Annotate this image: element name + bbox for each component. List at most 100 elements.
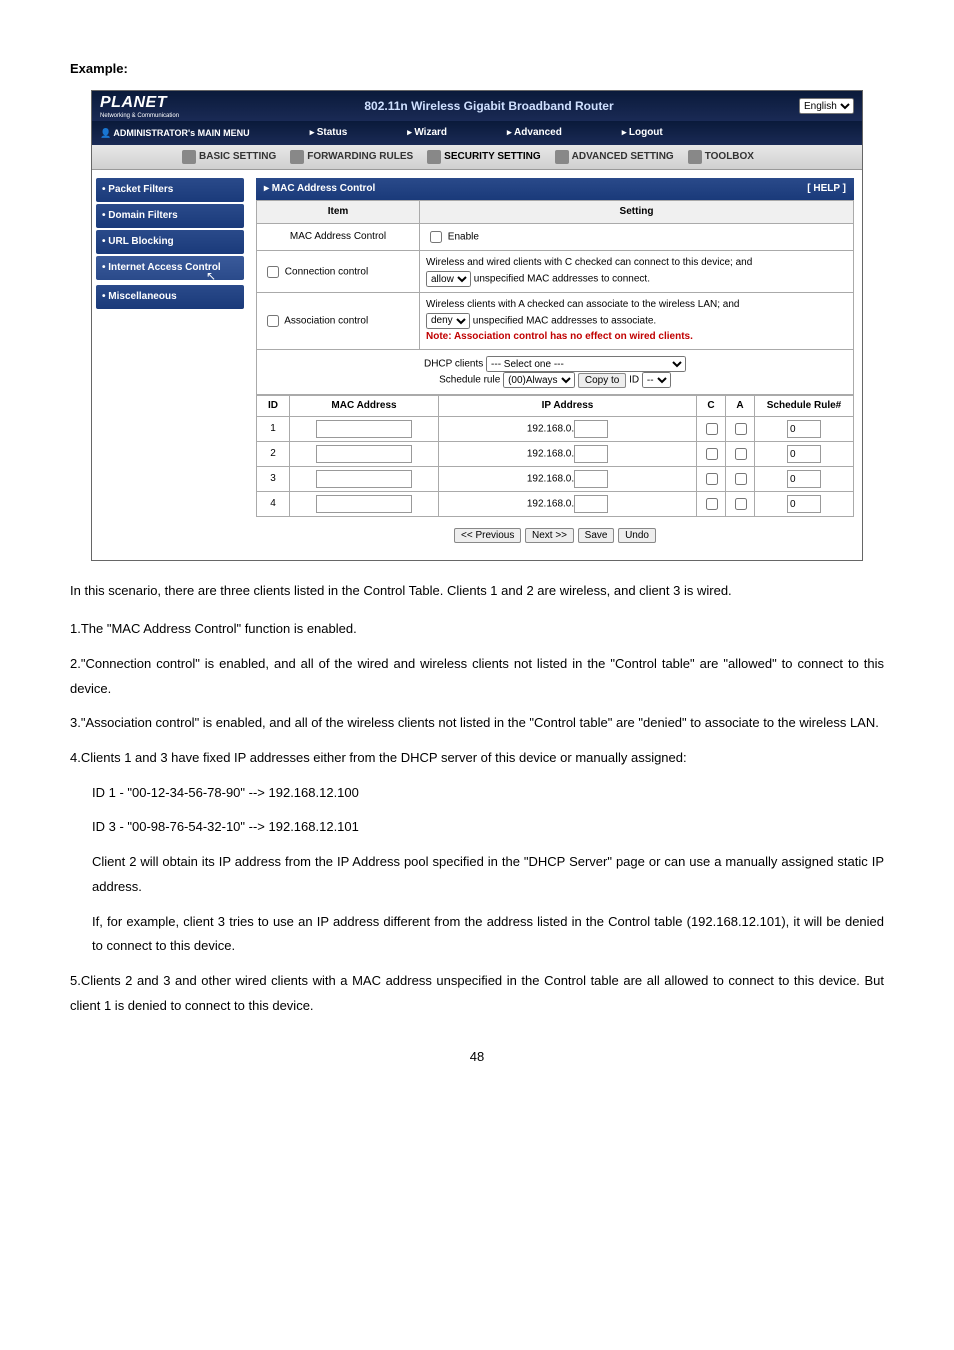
next-button[interactable]: Next >> (525, 528, 574, 543)
sidebar-misc[interactable]: Miscellaneous (96, 285, 244, 309)
dt-ip: IP Address (439, 396, 697, 417)
association-checkbox[interactable] (267, 315, 279, 327)
tab-security-label: SECURITY SETTING (444, 150, 541, 164)
panel-title: ▸ MAC Address Control (264, 182, 375, 196)
main-menu-label: ADMINISTRATOR's MAIN MENU (100, 127, 250, 140)
logo-subtext: Networking & Communication (100, 112, 179, 120)
dhcp-label: DHCP clients (424, 359, 483, 370)
connection-label: Connection control (285, 266, 368, 277)
row4-ip-prefix: 192.168.0. (527, 499, 574, 510)
cursor-icon: ↖ (206, 268, 244, 285)
row4-sr-input[interactable] (787, 495, 821, 513)
sidebar-url-blocking[interactable]: URL Blocking (96, 230, 244, 254)
assoc-select[interactable]: deny (426, 313, 470, 329)
copy-id-select[interactable]: -- (642, 372, 671, 388)
row4-c-check[interactable] (706, 498, 718, 510)
sidebar-domain-filters[interactable]: Domain Filters (96, 204, 244, 228)
list-item-4d: If, for example, client 3 tries to use a… (70, 910, 884, 959)
row2-a-check[interactable] (735, 448, 747, 460)
table-row: 4 192.168.0. (257, 492, 854, 517)
assoc-text1: Wireless clients with A checked can asso… (426, 299, 739, 310)
row1-sr-input[interactable] (787, 420, 821, 438)
row4-ip-input[interactable] (574, 495, 608, 513)
tab-security[interactable]: SECURITY SETTING (427, 150, 541, 164)
menu-wizard[interactable]: Wizard (407, 126, 447, 140)
row2-sr-input[interactable] (787, 445, 821, 463)
router-header: PLANET Networking & Communication 802.11… (92, 91, 862, 121)
button-row: << Previous Next >> Save Undo (256, 517, 854, 551)
row3-ip-prefix: 192.168.0. (527, 474, 574, 485)
dt-sr: Schedule Rule# (755, 396, 854, 417)
tab-forwarding-label: FORWARDING RULES (307, 150, 413, 164)
help-link[interactable]: [ HELP ] (807, 182, 846, 196)
settings-table: Item Setting MAC Address Control Enable (256, 200, 854, 395)
dt-a: A (726, 396, 755, 417)
copy-button[interactable]: Copy to (578, 373, 626, 388)
tab-basic[interactable]: BASIC SETTING (182, 150, 276, 164)
save-button[interactable]: Save (578, 528, 615, 543)
panel-titlebar: ▸ MAC Address Control [ HELP ] (256, 178, 854, 200)
intro-paragraph: In this scenario, there are three client… (70, 579, 884, 604)
row2-mac-input[interactable] (316, 445, 412, 463)
menu-logout[interactable]: Logout (622, 126, 663, 140)
list-item-1: 1.The "MAC Address Control" function is … (70, 617, 884, 642)
row3-a-check[interactable] (735, 473, 747, 485)
tab-toolbox-label: TOOLBOX (705, 150, 754, 164)
row4-id: 4 (257, 492, 290, 517)
tab-bar: BASIC SETTING FORWARDING RULES SECURITY … (92, 145, 862, 170)
row3-c-check[interactable] (706, 473, 718, 485)
association-label: Association control (284, 316, 368, 327)
enable-checkbox[interactable] (430, 231, 442, 243)
enable-label: Enable (448, 232, 479, 243)
prev-button[interactable]: << Previous (454, 528, 521, 543)
conn-text1: Wireless and wired clients with C checke… (426, 257, 752, 268)
conn-select[interactable]: allow (426, 271, 471, 287)
row1-mac-input[interactable] (316, 420, 412, 438)
router-title: 802.11n Wireless Gigabit Broadband Route… (179, 98, 799, 115)
dt-id: ID (257, 396, 290, 417)
menu-advanced[interactable]: Advanced (507, 126, 562, 140)
sidebar-packet-filters[interactable]: Packet Filters (96, 178, 244, 202)
sched-select[interactable]: (00)Always (503, 372, 575, 388)
row3-ip-input[interactable] (574, 470, 608, 488)
forwarding-icon (290, 150, 304, 164)
table-row: 2 192.168.0. (257, 442, 854, 467)
row3-id: 3 (257, 467, 290, 492)
sched-label: Schedule rule (439, 375, 500, 386)
row3-sr-input[interactable] (787, 470, 821, 488)
row3-mac-input[interactable] (316, 470, 412, 488)
list-item-3: 3."Association control" is enabled, and … (70, 711, 884, 736)
row1-ip-prefix: 192.168.0. (527, 424, 574, 435)
row1-id: 1 (257, 417, 290, 442)
connection-checkbox[interactable] (267, 266, 279, 278)
logo: PLANET Networking & Communication (100, 92, 179, 121)
row1-ip-input[interactable] (574, 420, 608, 438)
row-mac-label: MAC Address Control (257, 224, 420, 251)
row4-mac-input[interactable] (316, 495, 412, 513)
dhcp-select[interactable]: --- Select one --- (486, 356, 686, 372)
copy-id-label: ID (629, 375, 639, 386)
list-item-2: 2."Connection control" is enabled, and a… (70, 652, 884, 701)
undo-button[interactable]: Undo (618, 528, 656, 543)
assoc-note: Note: Association control has no effect … (426, 331, 693, 342)
sidebar: Packet Filters Domain Filters URL Blocki… (92, 170, 248, 559)
th-item: Item (257, 201, 420, 224)
tab-toolbox[interactable]: TOOLBOX (688, 150, 754, 164)
menu-status[interactable]: Status (310, 126, 348, 140)
table-row: 1 192.168.0. (257, 417, 854, 442)
row4-a-check[interactable] (735, 498, 747, 510)
list-item-5: 5.Clients 2 and 3 and other wired client… (70, 969, 884, 1018)
row1-c-check[interactable] (706, 423, 718, 435)
list-item-4b: ID 3 - "00-98-76-54-32-10" --> 192.168.1… (70, 815, 884, 840)
tab-forwarding[interactable]: FORWARDING RULES (290, 150, 413, 164)
language-select[interactable]: English (799, 98, 854, 114)
content-panel: ▸ MAC Address Control [ HELP ] Item Sett… (248, 170, 862, 559)
row2-c-check[interactable] (706, 448, 718, 460)
conn-text2: unspecified MAC addresses to connect. (474, 274, 650, 285)
page-number: 48 (70, 1048, 884, 1066)
security-icon (427, 150, 441, 164)
row1-a-check[interactable] (735, 423, 747, 435)
row2-ip-input[interactable] (574, 445, 608, 463)
tab-advanced[interactable]: ADVANCED SETTING (555, 150, 674, 164)
advanced-icon (555, 150, 569, 164)
